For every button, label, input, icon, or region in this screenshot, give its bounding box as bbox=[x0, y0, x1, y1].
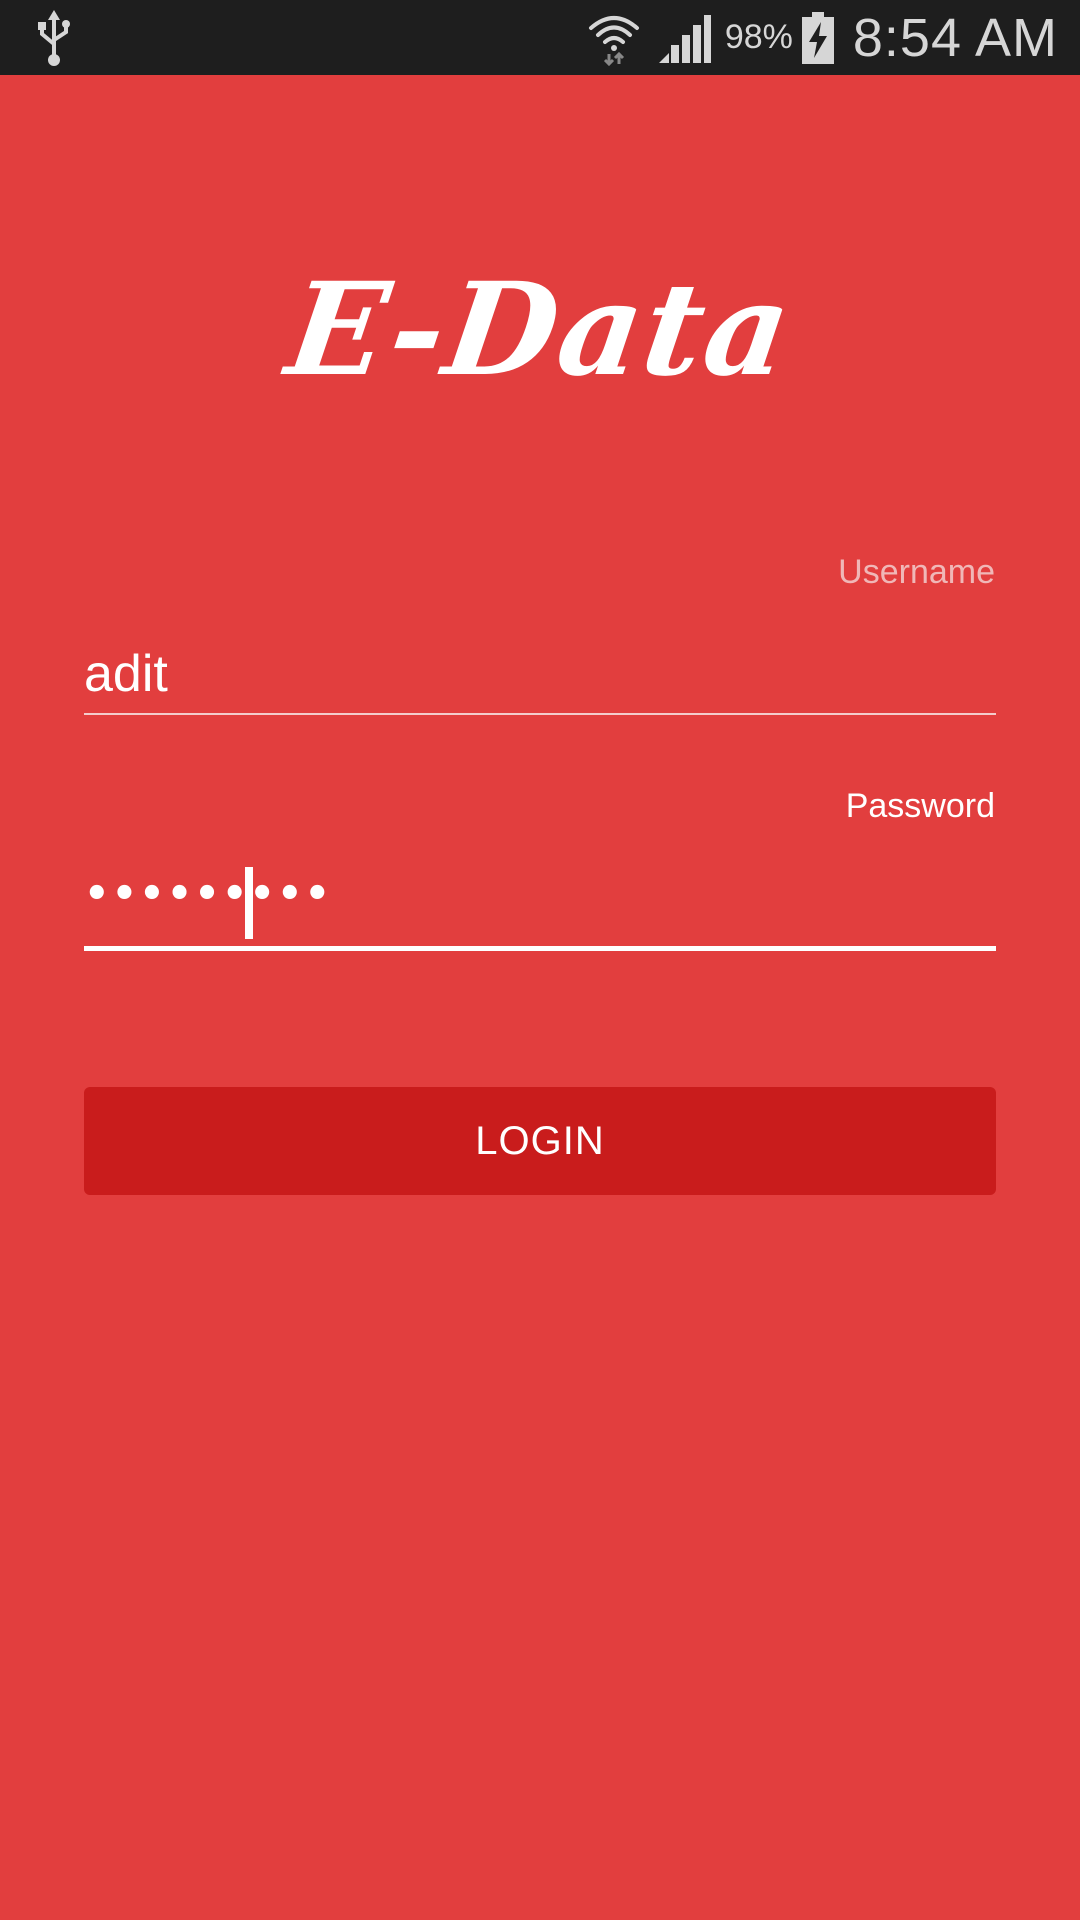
login-screen: E-Data Username Password ••••••••• LOGIN bbox=[0, 75, 1080, 1920]
username-input[interactable] bbox=[84, 635, 996, 715]
clock: 8:54 AM bbox=[852, 7, 1058, 68]
app-logo: E-Data bbox=[278, 255, 802, 405]
battery-percent: 98% bbox=[724, 18, 793, 56]
signal-icon bbox=[658, 14, 711, 63]
wifi-icon bbox=[588, 15, 639, 66]
status-bar: 98% 8:54 AM bbox=[0, 0, 1080, 75]
usb-icon bbox=[38, 10, 70, 66]
status-icons: 98% 8:54 AM bbox=[587, 0, 1058, 75]
login-button[interactable]: LOGIN bbox=[84, 1087, 996, 1195]
username-label: Username bbox=[838, 553, 995, 591]
battery-charging-icon bbox=[801, 11, 834, 64]
text-cursor bbox=[245, 867, 253, 939]
password-masked-value: ••••••••• bbox=[84, 871, 333, 917]
password-label: Password bbox=[845, 787, 995, 825]
